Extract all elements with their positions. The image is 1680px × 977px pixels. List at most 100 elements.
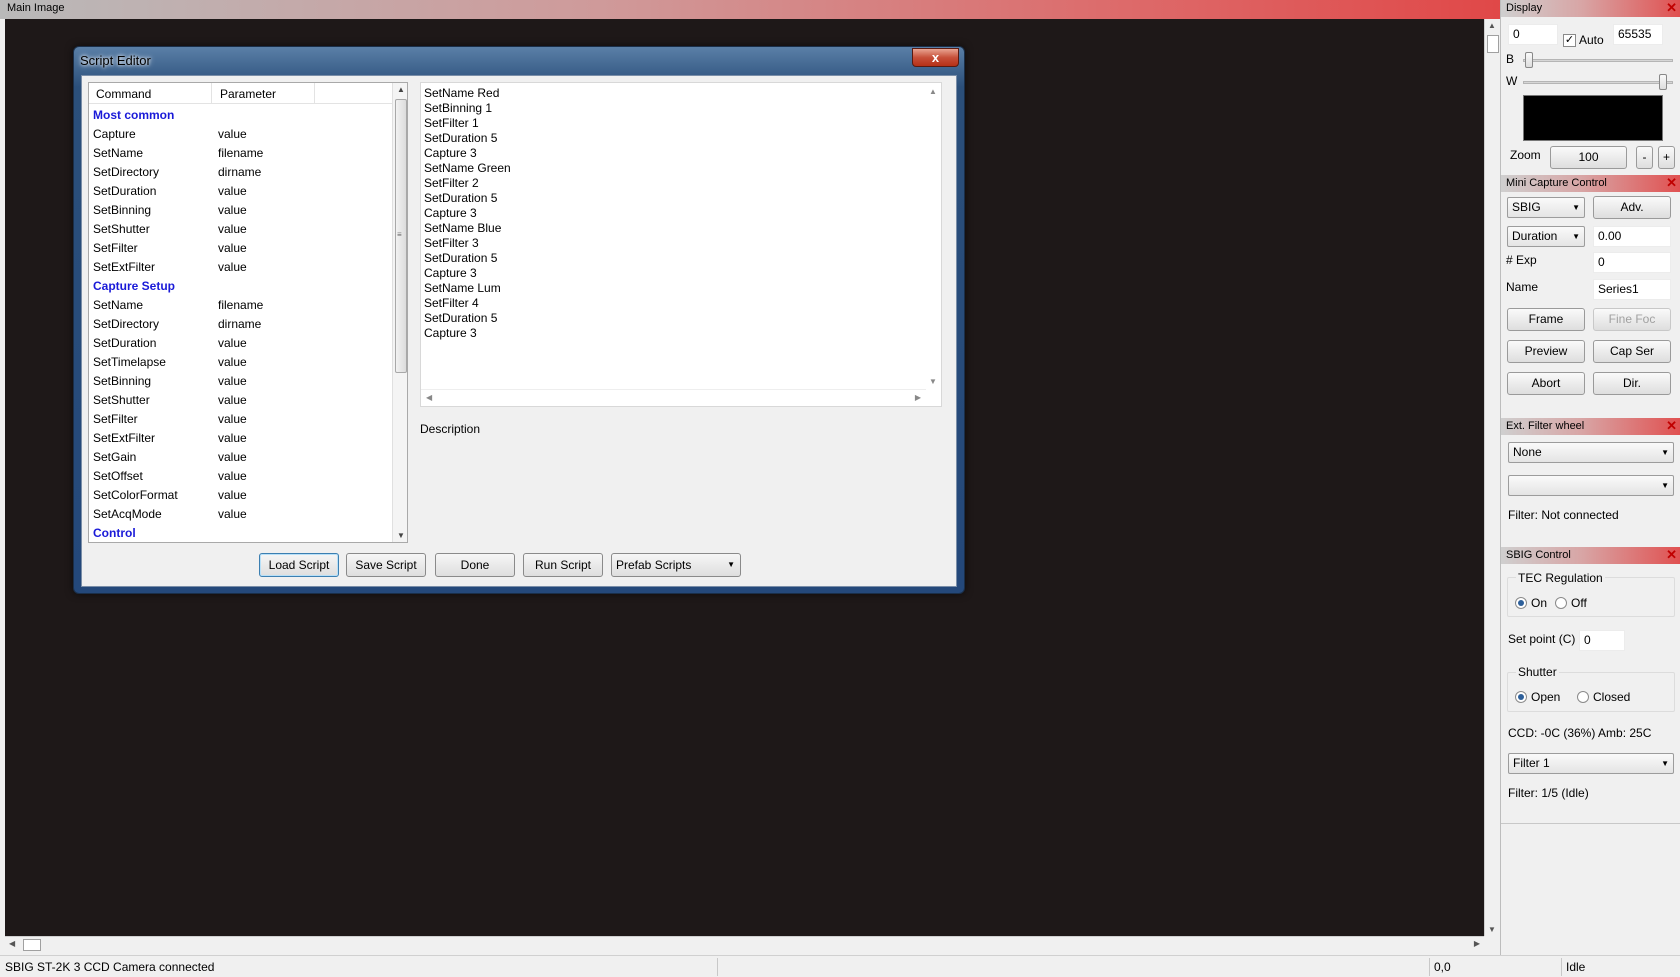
command-row[interactable]: SetName filename (89, 143, 392, 162)
scroll-up-arrow-icon[interactable]: ▲ (929, 87, 937, 96)
setpoint-field[interactable]: 0 (1579, 630, 1625, 651)
zoom-value-field[interactable]: 100 (1550, 146, 1627, 169)
scroll-right-arrow-icon[interactable]: ▶ (1474, 939, 1480, 948)
camera-dropdown[interactable]: SBIG ▼ (1507, 197, 1585, 218)
zoom-in-button[interactable]: + (1658, 146, 1675, 169)
main-vertical-scrollbar[interactable]: ▲ ▼ (1484, 19, 1500, 936)
command-row[interactable]: SetGain value (89, 447, 392, 466)
command-row[interactable]: SetDuration value (89, 333, 392, 352)
script-vertical-scrollbar[interactable]: ▲ ▼ (924, 83, 941, 390)
black-slider-track[interactable] (1523, 59, 1673, 62)
command-row[interactable]: SetDuration value (89, 181, 392, 200)
command-row[interactable]: SetDirectory dirname (89, 162, 392, 181)
shutter-closed-label: Closed (1593, 690, 1631, 704)
close-icon[interactable]: ✕ (1666, 175, 1677, 191)
adv-button[interactable]: Adv. (1593, 196, 1671, 219)
command-group-header[interactable]: Capture Setup (89, 276, 392, 295)
scroll-right-arrow-icon[interactable]: ▶ (915, 393, 921, 402)
command-row[interactable]: SetTimelapse value (89, 352, 392, 371)
abort-button[interactable]: Abort (1507, 372, 1585, 395)
scroll-up-arrow-icon[interactable]: ▲ (397, 85, 405, 94)
scroll-thumb[interactable] (1487, 35, 1499, 53)
main-horizontal-scrollbar[interactable]: ◀ ▶ (5, 936, 1484, 953)
scroll-up-arrow-icon[interactable]: ▲ (1488, 21, 1496, 30)
command-row[interactable]: SetExtFilter value (89, 428, 392, 447)
command-row[interactable]: Capture value (89, 124, 392, 143)
white-level-field[interactable]: 65535 (1613, 24, 1663, 45)
command-row[interactable]: SetBinning value (89, 371, 392, 390)
command-row[interactable]: SetBinning value (89, 200, 392, 219)
done-button[interactable]: Done (435, 553, 515, 577)
script-editor-dialog: Script Editor x Command Parameter Most c… (73, 46, 965, 594)
auto-checkbox[interactable]: ✓ (1563, 34, 1576, 47)
run-script-button[interactable]: Run Script (523, 553, 603, 577)
command-name: SetDirectory (93, 165, 160, 179)
command-parameter: value (218, 488, 247, 502)
script-line: SetBinning 1 (424, 101, 493, 115)
command-row[interactable]: SetFilter value (89, 409, 392, 428)
command-row[interactable]: SetShutter value (89, 219, 392, 238)
command-parameter: value (218, 431, 247, 445)
command-row[interactable]: SetOffset value (89, 466, 392, 485)
command-list-header: Command Parameter (89, 83, 392, 104)
status-coords: 0,0 (1434, 960, 1451, 974)
close-icon[interactable]: x (912, 48, 959, 67)
script-horizontal-scrollbar[interactable]: ◀ ▶ (421, 389, 926, 406)
scroll-down-arrow-icon[interactable]: ▼ (397, 531, 405, 540)
command-list[interactable]: Command Parameter Most common Capture valu… (88, 82, 408, 543)
filter-wheel-dropdown[interactable]: None ▼ (1508, 442, 1674, 463)
close-icon[interactable]: ✕ (1666, 0, 1677, 16)
fine-focus-button[interactable]: Fine Foc (1593, 308, 1671, 331)
filter-select-dropdown[interactable]: ▼ (1508, 475, 1674, 496)
shutter-closed-radio[interactable] (1577, 691, 1589, 703)
command-row[interactable]: SetShutter value (89, 390, 392, 409)
capture-series-button[interactable]: Cap Ser (1593, 340, 1671, 363)
tec-on-radio[interactable] (1515, 597, 1527, 609)
close-icon[interactable]: ✕ (1666, 418, 1677, 434)
command-row[interactable]: SetExtFilter value (89, 257, 392, 276)
command-parameter: value (218, 469, 247, 483)
black-slider-label: B (1506, 52, 1515, 66)
command-name: SetExtFilter (93, 260, 156, 274)
command-list-scrollbar[interactable]: ▲ ≡ ▼ (392, 83, 407, 542)
frame-button[interactable]: Frame (1507, 308, 1585, 331)
tec-off-radio[interactable] (1555, 597, 1567, 609)
column-header-command[interactable]: Command (96, 87, 151, 101)
command-parameter: value (218, 336, 247, 350)
save-script-button[interactable]: Save Script (346, 553, 426, 577)
command-row[interactable]: SetDirectory dirname (89, 314, 392, 333)
duration-field[interactable]: 0.00 (1593, 226, 1671, 247)
load-script-button[interactable]: Load Script (259, 553, 339, 577)
command-parameter: dirname (218, 165, 262, 179)
mode-dropdown[interactable]: Duration ▼ (1507, 226, 1585, 247)
command-row[interactable]: SetName filename (89, 295, 392, 314)
directory-button[interactable]: Dir. (1593, 372, 1671, 395)
command-row[interactable]: SetAcqMode value (89, 504, 392, 523)
command-group-header[interactable]: Control (89, 523, 392, 542)
white-slider-thumb[interactable] (1659, 74, 1667, 90)
zoom-label: Zoom (1510, 148, 1541, 162)
command-row[interactable]: SetColorFormat value (89, 485, 392, 504)
scroll-down-arrow-icon[interactable]: ▼ (1488, 925, 1496, 934)
dialog-client-area: Command Parameter Most common Capture valu… (81, 75, 957, 587)
series-name-field[interactable]: Series1 (1593, 279, 1671, 300)
exp-count-field[interactable]: 0 (1593, 252, 1671, 273)
command-name: SetDuration (93, 184, 157, 198)
script-text-area[interactable]: SetName Red SetBinning 1 SetFilter 1 SetDur… (420, 82, 942, 407)
column-header-parameter[interactable]: Parameter (220, 87, 276, 101)
black-level-field[interactable]: 0 (1508, 24, 1558, 45)
preview-button[interactable]: Preview (1507, 340, 1585, 363)
zoom-out-button[interactable]: - (1636, 146, 1653, 169)
scroll-down-arrow-icon[interactable]: ▼ (929, 377, 937, 386)
scroll-thumb[interactable] (23, 939, 41, 951)
command-group-header[interactable]: Most common (89, 105, 392, 124)
prefab-scripts-dropdown[interactable]: Prefab Scripts ▼ (611, 553, 741, 577)
white-slider-track[interactable] (1523, 81, 1673, 84)
sbig-filter-dropdown[interactable]: Filter 1 ▼ (1508, 753, 1674, 774)
scroll-left-arrow-icon[interactable]: ◀ (426, 393, 432, 402)
black-slider-thumb[interactable] (1525, 52, 1533, 68)
shutter-open-radio[interactable] (1515, 691, 1527, 703)
command-row[interactable]: SetFilter value (89, 238, 392, 257)
scroll-left-arrow-icon[interactable]: ◀ (9, 939, 15, 948)
close-icon[interactable]: ✕ (1666, 547, 1677, 563)
